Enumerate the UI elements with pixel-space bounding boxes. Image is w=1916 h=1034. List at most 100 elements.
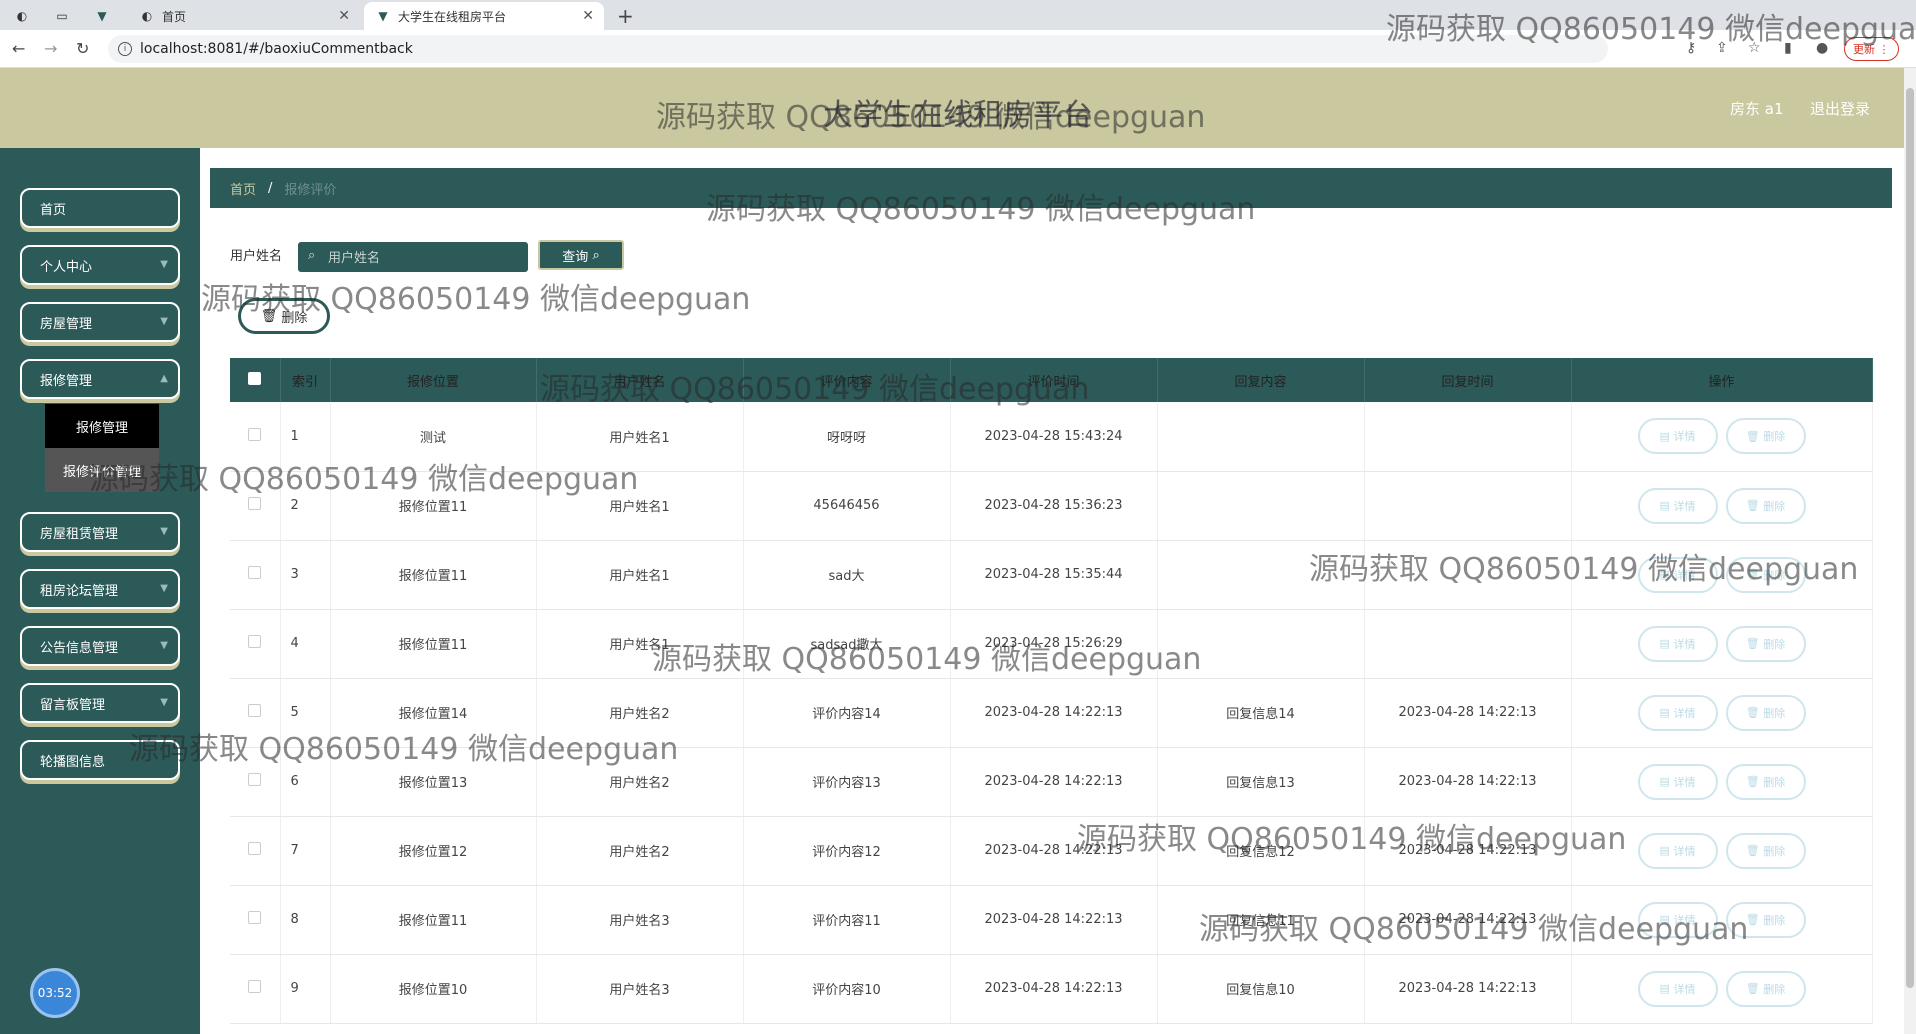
share-icon[interactable]: ⇪ xyxy=(1716,40,1728,56)
profile-icon[interactable]: ● xyxy=(1816,40,1828,56)
row-select-cell[interactable] xyxy=(230,885,281,955)
column-header: 用户姓名 xyxy=(536,358,744,402)
tab-pinned-2[interactable]: ▭ xyxy=(52,2,80,30)
page-scrollbar[interactable] xyxy=(1904,68,1916,1034)
sidebar-item-carousel[interactable]: 轮播图信息 xyxy=(20,740,180,780)
delete-label: 删除 xyxy=(1763,982,1786,996)
row-select-cell[interactable] xyxy=(230,402,281,472)
delete-button[interactable]: 🗑 删除 xyxy=(1725,694,1806,731)
cell-location: 报修位置11 xyxy=(330,540,537,610)
detail-button[interactable]: ▤ 详情 xyxy=(1637,694,1718,731)
select-all-cell[interactable] xyxy=(230,358,281,402)
row-checkbox[interactable] xyxy=(248,842,262,855)
detail-button[interactable]: ▤ 详情 xyxy=(1637,970,1718,1007)
row-select-cell[interactable] xyxy=(230,954,281,1024)
sidebar-item-rental[interactable]: 房屋租赁管理 ▼ xyxy=(20,512,180,552)
row-checkbox[interactable] xyxy=(248,911,262,924)
back-icon[interactable]: ← xyxy=(12,39,25,58)
close-icon[interactable]: ✕ xyxy=(582,8,594,24)
row-checkbox[interactable] xyxy=(248,427,262,441)
row-checkbox[interactable] xyxy=(248,497,262,510)
row-select-cell[interactable] xyxy=(230,816,281,886)
sidebar-item-label: 公告信息管理 xyxy=(40,640,119,656)
search-icon: ⌕ xyxy=(592,247,600,263)
forward-icon[interactable]: → xyxy=(44,39,57,58)
cell-user: 用户姓名1 xyxy=(536,540,744,610)
tab-pinned-3[interactable]: ▼ xyxy=(92,2,120,30)
url-text: localhost:8081/#/baoxiuCommentback xyxy=(140,41,413,57)
cell-location: 报修位置11 xyxy=(330,885,537,955)
logout-link[interactable]: 退出登录 xyxy=(1810,98,1870,119)
sidebar-item-message[interactable]: 留言板管理 ▼ xyxy=(20,683,180,723)
select-all-checkbox[interactable] xyxy=(248,371,262,385)
column-header: 评价时间 xyxy=(950,358,1158,402)
tab-pinned-1[interactable]: ◐ xyxy=(12,2,40,30)
close-icon[interactable]: ✕ xyxy=(338,8,350,24)
delete-button[interactable]: 🗑 删除 xyxy=(1725,625,1806,662)
delete-button[interactable]: 🗑 删除 xyxy=(1725,763,1806,800)
row-checkbox[interactable] xyxy=(248,635,262,648)
row-select-cell[interactable] xyxy=(230,678,281,748)
detail-button[interactable]: ▤ 详情 xyxy=(1637,625,1718,662)
star-icon[interactable]: ☆ xyxy=(1748,40,1761,56)
data-table: 索引 报修位置 用户姓名 评价内容 评价时间 回复内容 回复时间 操作 1 测试用… xyxy=(230,358,1873,1024)
key-icon[interactable]: ⚷ xyxy=(1686,40,1696,56)
new-tab-button[interactable]: + xyxy=(617,4,634,28)
info-icon[interactable]: i xyxy=(118,42,132,56)
delete-button[interactable]: 🗑 删除 xyxy=(1725,418,1806,455)
cell-index: 4 xyxy=(280,609,331,679)
query-button[interactable]: 查询 ⌕ xyxy=(538,240,624,270)
sidebar-item-home[interactable]: 首页 xyxy=(20,188,180,228)
detail-button[interactable]: ▤ 详情 xyxy=(1637,832,1718,869)
blank-page-icon: ▭ xyxy=(56,9,68,23)
tab-home[interactable]: ◐ 首页 ✕ xyxy=(130,2,360,30)
submenu-item-repair-comment[interactable]: 报修评价管理 xyxy=(45,448,159,492)
sidepanel-icon[interactable]: ▮ xyxy=(1784,40,1792,56)
cell-location: 报修位置14 xyxy=(330,678,537,748)
delete-label: 删除 xyxy=(1763,568,1786,582)
update-button[interactable]: 更新 ⋮ xyxy=(1844,37,1899,61)
row-checkbox[interactable] xyxy=(248,704,262,717)
row-checkbox[interactable] xyxy=(248,773,262,786)
sidebar-item-house[interactable]: 房屋管理 ▼ xyxy=(20,302,180,342)
cell-reply xyxy=(1157,471,1365,541)
cell-time: 2023-04-28 15:36:23 xyxy=(950,471,1158,541)
delete-button[interactable]: 🗑 删除 xyxy=(1725,487,1806,524)
tab-active[interactable]: ▼ 大学生在线租房平台 ✕ xyxy=(364,2,604,30)
search-input[interactable] xyxy=(298,242,528,272)
delete-button[interactable]: 🗑 删除 xyxy=(1725,970,1806,1007)
row-select-cell[interactable] xyxy=(230,471,281,541)
table-row: 2 报修位置11 用户姓名1 45646456 2023-04-28 15:36:23 ▤… xyxy=(230,471,1873,541)
sidebar-item-repair[interactable]: 报修管理 ▲ xyxy=(20,359,180,399)
detail-label: 详情 xyxy=(1673,982,1696,996)
sidebar-item-forum[interactable]: 租房论坛管理 ▼ xyxy=(20,569,180,609)
row-checkbox[interactable] xyxy=(248,980,262,993)
row-select-cell[interactable] xyxy=(230,540,281,610)
breadcrumb-home[interactable]: 首页 xyxy=(230,179,256,198)
url-field[interactable]: i localhost:8081/#/baoxiuCommentback xyxy=(108,35,1608,63)
cell-reply-time: 2023-04-28 14:22:13 xyxy=(1364,678,1572,748)
sidebar-item-personal[interactable]: 个人中心 ▼ xyxy=(20,245,180,285)
row-select-cell[interactable] xyxy=(230,609,281,679)
detail-button[interactable]: ▤ 详情 xyxy=(1637,556,1718,593)
delete-button[interactable]: 🗑 删除 xyxy=(1725,901,1806,938)
detail-button[interactable]: ▤ 详情 xyxy=(1637,487,1718,524)
delete-button[interactable]: 🗑 删除 xyxy=(1725,832,1806,869)
row-select-cell[interactable] xyxy=(230,747,281,817)
cell-reply: 回复信息12 xyxy=(1157,816,1365,886)
row-checkbox[interactable] xyxy=(248,566,262,579)
reload-icon[interactable]: ↻ xyxy=(76,39,89,58)
cell-reply: 回复信息10 xyxy=(1157,954,1365,1024)
detail-button[interactable]: ▤ 详情 xyxy=(1637,901,1718,938)
cell-reply xyxy=(1157,540,1365,610)
scroll-thumb[interactable] xyxy=(1906,88,1914,988)
sidebar-item-notice[interactable]: 公告信息管理 ▼ xyxy=(20,626,180,666)
trash-icon: 🗑 xyxy=(1745,913,1760,926)
detail-button[interactable]: ▤ 详情 xyxy=(1637,418,1718,455)
submenu-item-repair[interactable]: 报修管理 xyxy=(45,404,159,448)
detail-button[interactable]: ▤ 详情 xyxy=(1637,763,1718,800)
current-user: 房东 a1 xyxy=(1730,100,1784,118)
delete-button[interactable]: 🗑 删除 xyxy=(1725,556,1806,593)
batch-delete-button[interactable]: 🗑 删除 xyxy=(238,298,330,334)
document-icon: ▤ xyxy=(1659,568,1670,581)
